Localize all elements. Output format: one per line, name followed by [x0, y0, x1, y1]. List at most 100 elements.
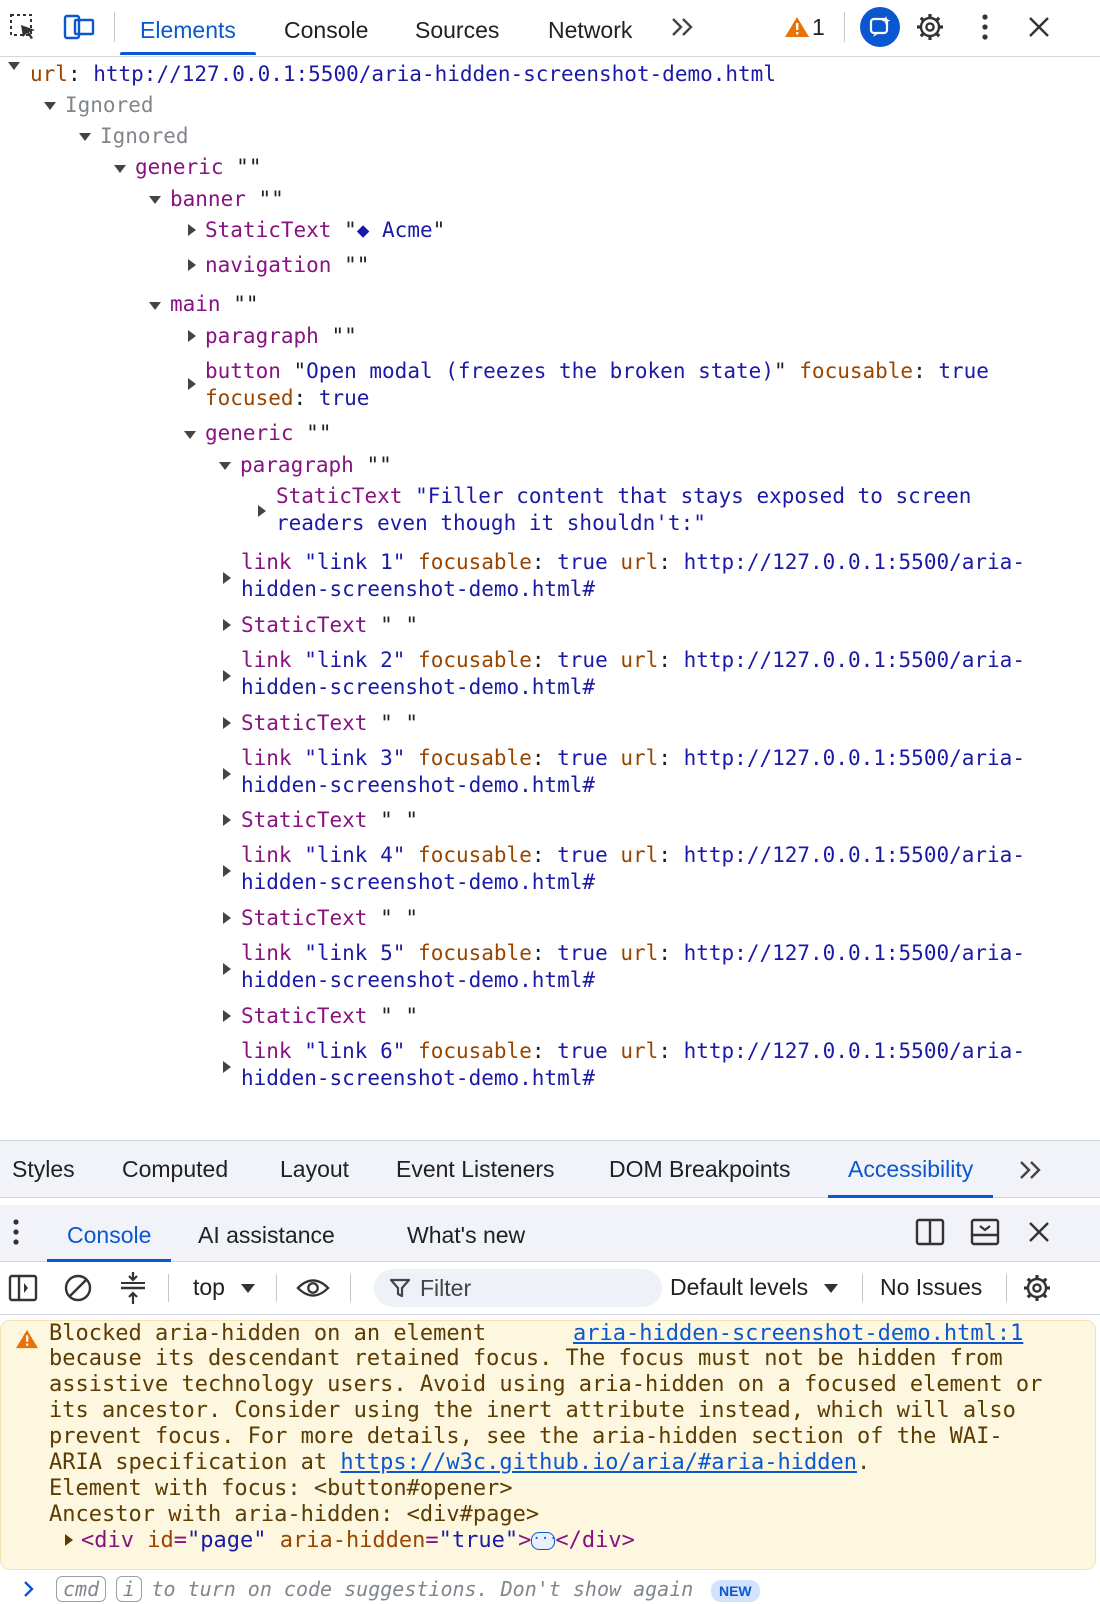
devtools-main-toolbar: Elements Console Sources Network 1	[0, 0, 1100, 57]
tree-node-navigation[interactable]: navigation ""	[205, 251, 369, 279]
collapse-triangle-icon[interactable]	[223, 619, 231, 631]
tree-node-statictext-space[interactable]: StaticText " "	[241, 806, 418, 834]
drawer-tab-ai-assistance[interactable]: AI assistance	[198, 1205, 335, 1261]
drawer-tab-whats-new[interactable]: What's new	[407, 1205, 525, 1261]
tab-dom-breakpoints[interactable]: DOM Breakpoints	[609, 1141, 791, 1197]
tree-node-link-1[interactable]: link "link 1" focusable: true url: http:…	[241, 548, 1025, 576]
tree-node-link-3[interactable]: link "link 3" focusable: true url: http:…	[241, 744, 1025, 772]
tree-node-paragraph[interactable]: paragraph ""	[240, 451, 392, 479]
console-settings-gear-icon[interactable]	[1020, 1271, 1054, 1305]
collapse-triangle-icon[interactable]	[223, 670, 231, 682]
show-sidebar-icon[interactable]	[6, 1271, 40, 1305]
dock-bottom-icon[interactable]	[968, 1215, 1002, 1249]
filter-input[interactable]: Filter	[374, 1269, 662, 1307]
tree-node-statictext-space[interactable]: StaticText " "	[241, 1002, 418, 1030]
warning-line: ARIA specification at https://w3c.github…	[49, 1450, 871, 1475]
inspect-element-icon[interactable]	[6, 10, 40, 44]
tab-elements[interactable]: Elements	[120, 0, 256, 55]
live-expression-eye-icon[interactable]	[296, 1271, 330, 1305]
warning-line: Blocked aria-hidden on an element	[49, 1321, 487, 1346]
warning-count[interactable]: 1	[812, 14, 825, 41]
issues-counter[interactable]: No Issues	[880, 1274, 982, 1301]
drawer-menu-icon[interactable]	[6, 1215, 26, 1249]
expand-triangle-icon[interactable]	[114, 165, 126, 173]
tab-styles[interactable]: Styles	[12, 1141, 75, 1197]
warning-source-link[interactable]: aria-hidden-screenshot-demo.html:1	[573, 1321, 1023, 1347]
expand-triangle-icon[interactable]	[44, 102, 56, 110]
tree-node-generic[interactable]: generic ""	[135, 153, 261, 181]
dock-side-icon[interactable]	[913, 1215, 947, 1249]
tree-node-link-2[interactable]: link "link 2" focusable: true url: http:…	[241, 646, 1025, 674]
tree-node-ignored[interactable]: Ignored	[65, 91, 154, 119]
tree-node-paragraph[interactable]: paragraph ""	[205, 322, 357, 350]
collapse-triangle-icon[interactable]	[223, 572, 231, 584]
console-warning-message: Blocked aria-hidden on an element aria-h…	[0, 1320, 1096, 1570]
collapse-triangle-icon[interactable]	[223, 963, 231, 975]
console-prompt[interactable]: cmd i to turn on code suggestions. Don't…	[0, 1576, 1100, 1604]
drawer-tab-console[interactable]: Console	[46, 1205, 172, 1262]
tree-node-statictext-space[interactable]: StaticText " "	[241, 709, 418, 737]
ai-assistant-icon[interactable]	[860, 7, 900, 47]
collapse-groups-icon[interactable]	[116, 1271, 150, 1305]
collapse-triangle-icon[interactable]	[223, 768, 231, 780]
settings-gear-icon[interactable]	[913, 10, 947, 44]
more-vertical-icon[interactable]	[968, 10, 1002, 44]
warning-triangle-icon	[15, 1328, 39, 1354]
tree-node-link-6[interactable]: link "link 6" focusable: true url: http:…	[241, 1037, 1025, 1065]
tree-node-main[interactable]: main ""	[170, 290, 259, 318]
expand-triangle-icon[interactable]	[219, 462, 231, 470]
tree-node-statictext-space[interactable]: StaticText " "	[241, 904, 418, 932]
clear-console-icon[interactable]	[61, 1271, 95, 1305]
tree-node-statictext-filler[interactable]: StaticText "Filler content that stays ex…	[276, 482, 971, 510]
collapse-triangle-icon[interactable]	[223, 717, 231, 729]
tab-layout[interactable]: Layout	[280, 1141, 349, 1197]
tree-node-link-4[interactable]: link "link 4" focusable: true url: http:…	[241, 841, 1025, 869]
collapse-triangle-icon[interactable]	[188, 224, 196, 236]
collapse-triangle-icon[interactable]	[223, 1010, 231, 1022]
collapse-triangle-icon[interactable]	[223, 814, 231, 826]
collapse-triangle-icon[interactable]	[223, 1061, 231, 1073]
collapse-triangle-icon[interactable]	[188, 259, 196, 271]
expand-triangle-icon[interactable]	[149, 196, 161, 204]
tab-sources[interactable]: Sources	[415, 0, 499, 54]
close-devtools-icon[interactable]	[1022, 10, 1056, 44]
warning-line: assistive technology users. Avoid using …	[49, 1372, 1043, 1397]
tree-root-url[interactable]: url: http://127.0.0.1:5500/aria-hidden-s…	[30, 60, 776, 88]
collapse-triangle-icon[interactable]	[258, 505, 266, 517]
more-panes-chevron-icon[interactable]	[1014, 1153, 1048, 1187]
close-drawer-icon[interactable]	[1022, 1215, 1056, 1249]
aria-spec-link[interactable]: https://w3c.github.io/aria/#aria-hidden	[340, 1450, 857, 1475]
toolbar-divider	[276, 1274, 277, 1302]
more-tabs-chevron-icon[interactable]	[666, 10, 700, 44]
expand-triangle-icon[interactable]	[184, 431, 196, 439]
expand-triangle-icon[interactable]	[79, 133, 91, 141]
collapse-triangle-icon[interactable]	[188, 330, 196, 342]
ellipsis-badge-icon[interactable]: ···	[531, 1532, 558, 1550]
tab-console[interactable]: Console	[284, 0, 368, 54]
warning-triangle-icon[interactable]	[784, 10, 810, 44]
tab-accessibility[interactable]: Accessibility	[827, 1141, 994, 1198]
expand-node-triangle-icon[interactable]	[65, 1534, 73, 1546]
context-selector[interactable]: top	[193, 1274, 256, 1301]
tab-network[interactable]: Network	[548, 0, 632, 54]
expand-triangle-icon[interactable]	[8, 62, 20, 70]
tab-computed[interactable]: Computed	[122, 1141, 228, 1197]
tree-node-generic[interactable]: generic ""	[205, 419, 331, 447]
collapse-triangle-icon[interactable]	[223, 912, 231, 924]
hint-text[interactable]: to turn on code suggestions. Don't show …	[151, 1577, 693, 1601]
tree-node-ignored[interactable]: Ignored	[100, 122, 189, 150]
tree-node-link-url-cont: hidden-screenshot-demo.html#	[241, 577, 596, 601]
collapse-triangle-icon[interactable]	[188, 378, 196, 390]
tree-node-button[interactable]: button "Open modal (freezes the broken s…	[205, 357, 989, 385]
tab-event-listeners[interactable]: Event Listeners	[396, 1141, 555, 1197]
tree-node-link-5[interactable]: link "link 5" focusable: true url: http:…	[241, 939, 1025, 967]
tree-node-banner[interactable]: banner ""	[170, 185, 284, 213]
device-toolbar-icon[interactable]	[62, 10, 96, 44]
logged-dom-node[interactable]: <div id="page" aria-hidden="true">···</d…	[81, 1528, 635, 1554]
collapse-triangle-icon[interactable]	[223, 865, 231, 877]
log-levels-dropdown[interactable]: Default levels	[670, 1274, 839, 1301]
tree-node-statictext-space[interactable]: StaticText " "	[241, 611, 418, 639]
expand-triangle-icon[interactable]	[149, 302, 161, 310]
toolbar-divider	[114, 12, 115, 42]
tree-node-statictext-acme[interactable]: StaticText "◆ Acme"	[205, 216, 445, 244]
